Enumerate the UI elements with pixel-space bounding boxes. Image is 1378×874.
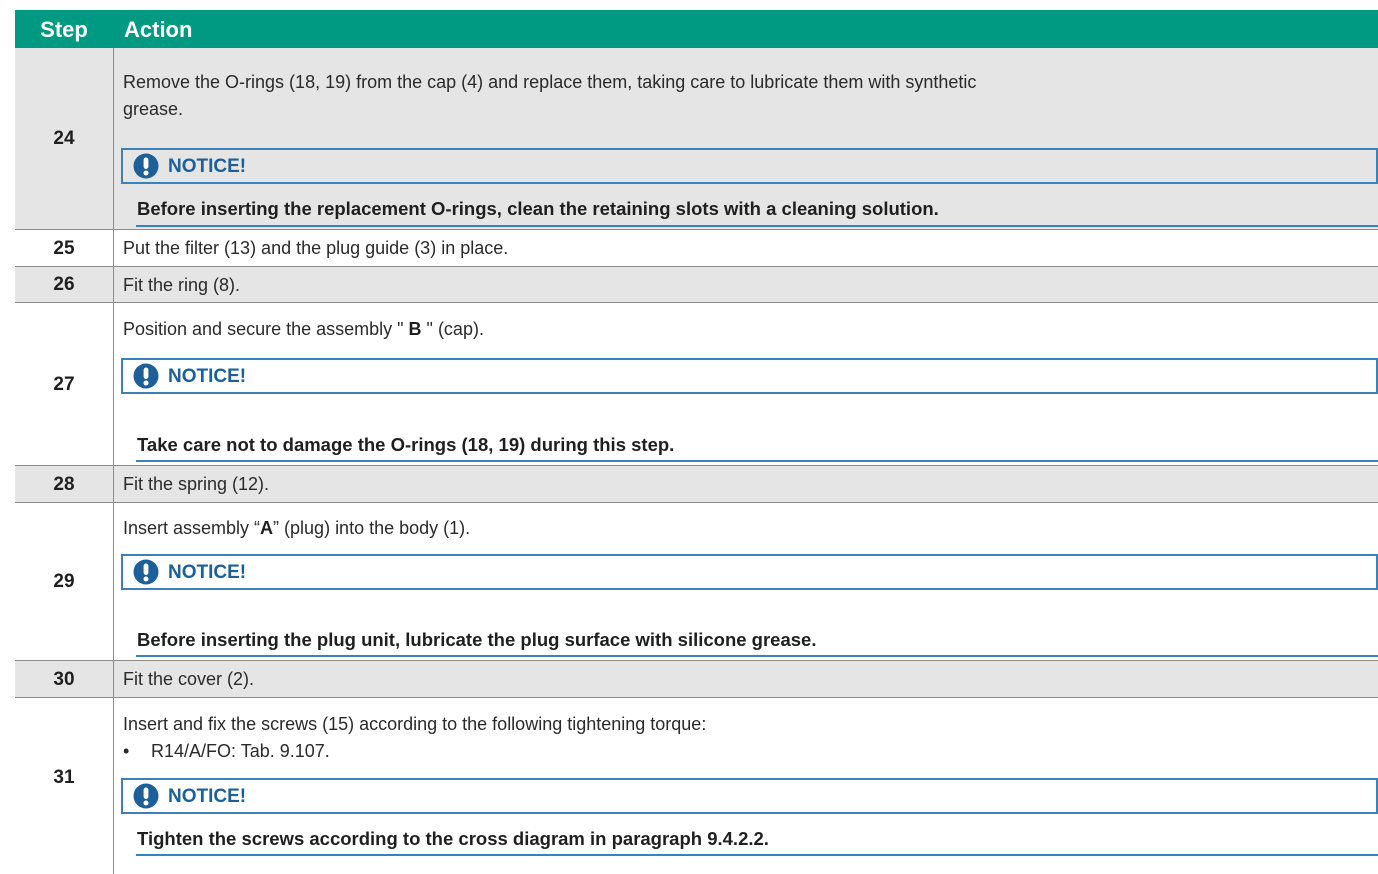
step-number: 29 <box>53 571 75 592</box>
notice-underline <box>136 225 1378 227</box>
action-text-part: Insert assembly “ <box>123 518 261 538</box>
column-divider <box>113 661 114 698</box>
notice-box: NOTICE! <box>121 358 1378 394</box>
step-number: 30 <box>53 668 75 690</box>
notice-box: NOTICE! <box>121 148 1378 184</box>
step-number: 26 <box>53 274 75 295</box>
notice-text: Take care not to damage the O-rings (18,… <box>137 434 675 455</box>
action-text-line1: Insert and fix the screws (15) according… <box>123 714 707 734</box>
exclamation-circle-icon <box>133 363 159 389</box>
action-text: Remove the O-rings (18, 19) from the cap… <box>123 69 1370 123</box>
action-text: Fit the spring (12). <box>123 474 270 494</box>
table-row: 30 Fit the cover (2). <box>15 661 1378 698</box>
step-number: 31 <box>53 767 75 788</box>
notice-underline <box>136 655 1378 657</box>
bullet-text: R14/A/FO: Tab. 9.107. <box>151 741 330 761</box>
column-divider <box>113 48 114 230</box>
notice-text: Tighten the screws according to the cros… <box>137 828 769 849</box>
column-divider <box>113 303 114 466</box>
action-text: Insert assembly “A” (plug) into the body… <box>123 515 1370 542</box>
column-divider <box>113 503 114 661</box>
action-text: Put the filter (13) and the plug guide (… <box>123 238 509 258</box>
step-number: 25 <box>53 237 75 259</box>
table-row: 27 Position and secure the assembly " B … <box>15 303 1378 466</box>
action-text-part: ” (plug) into the body (1). <box>273 518 471 538</box>
instruction-table: Step Action 24 Remove the O-rings (18, 1… <box>0 0 1378 874</box>
notice-box: NOTICE! <box>121 554 1378 590</box>
notice-underline <box>136 460 1378 462</box>
table-row: 31 Insert and fix the screws (15) accord… <box>15 698 1378 874</box>
action-text-line2: grease. <box>123 99 184 119</box>
exclamation-circle-icon <box>133 783 159 809</box>
step-number: 24 <box>53 128 75 149</box>
assembly-label: B <box>408 319 422 339</box>
notice-box: NOTICE! <box>121 778 1378 814</box>
table-row: 24 Remove the O-rings (18, 19) from the … <box>15 48 1378 230</box>
step-number: 27 <box>53 373 75 395</box>
table-header: Step Action <box>15 10 1378 48</box>
notice-label: NOTICE! <box>168 156 247 177</box>
table-row: 29 Insert assembly “A” (plug) into the b… <box>15 503 1378 661</box>
action-text-part: Position and secure the assembly " <box>123 319 409 339</box>
column-divider <box>113 698 114 874</box>
column-divider <box>113 267 114 303</box>
column-divider <box>113 230 114 267</box>
notice-label: NOTICE! <box>168 786 247 807</box>
header-action: Action <box>124 17 193 42</box>
notice-label: NOTICE! <box>168 562 247 583</box>
action-text-part: " (cap). <box>421 319 484 339</box>
action-text: Insert and fix the screws (15) according… <box>123 711 1370 765</box>
exclamation-circle-icon <box>133 153 159 179</box>
bullet-marker: • <box>123 741 130 761</box>
table-row: 25 Put the filter (13) and the plug guid… <box>15 230 1378 267</box>
exclamation-circle-icon <box>133 559 159 585</box>
action-text: Fit the ring (8). <box>123 274 241 295</box>
step-number: 28 <box>53 473 75 495</box>
action-text: Position and secure the assembly " B " (… <box>123 316 1370 343</box>
notice-text: Before inserting the replacement O-rings… <box>137 198 939 219</box>
notice-text: Before inserting the plug unit, lubricat… <box>137 629 817 650</box>
notice-underline <box>136 854 1378 856</box>
header-step: Step <box>40 17 88 42</box>
table-row: 26 Fit the ring (8). <box>15 267 1378 303</box>
column-divider <box>113 466 114 503</box>
table-row: 28 Fit the spring (12). <box>15 466 1378 503</box>
action-text: Fit the cover (2). <box>123 669 255 689</box>
notice-label: NOTICE! <box>168 366 247 387</box>
action-text-line1: Remove the O-rings (18, 19) from the cap… <box>123 72 977 92</box>
assembly-label: A <box>260 518 274 538</box>
